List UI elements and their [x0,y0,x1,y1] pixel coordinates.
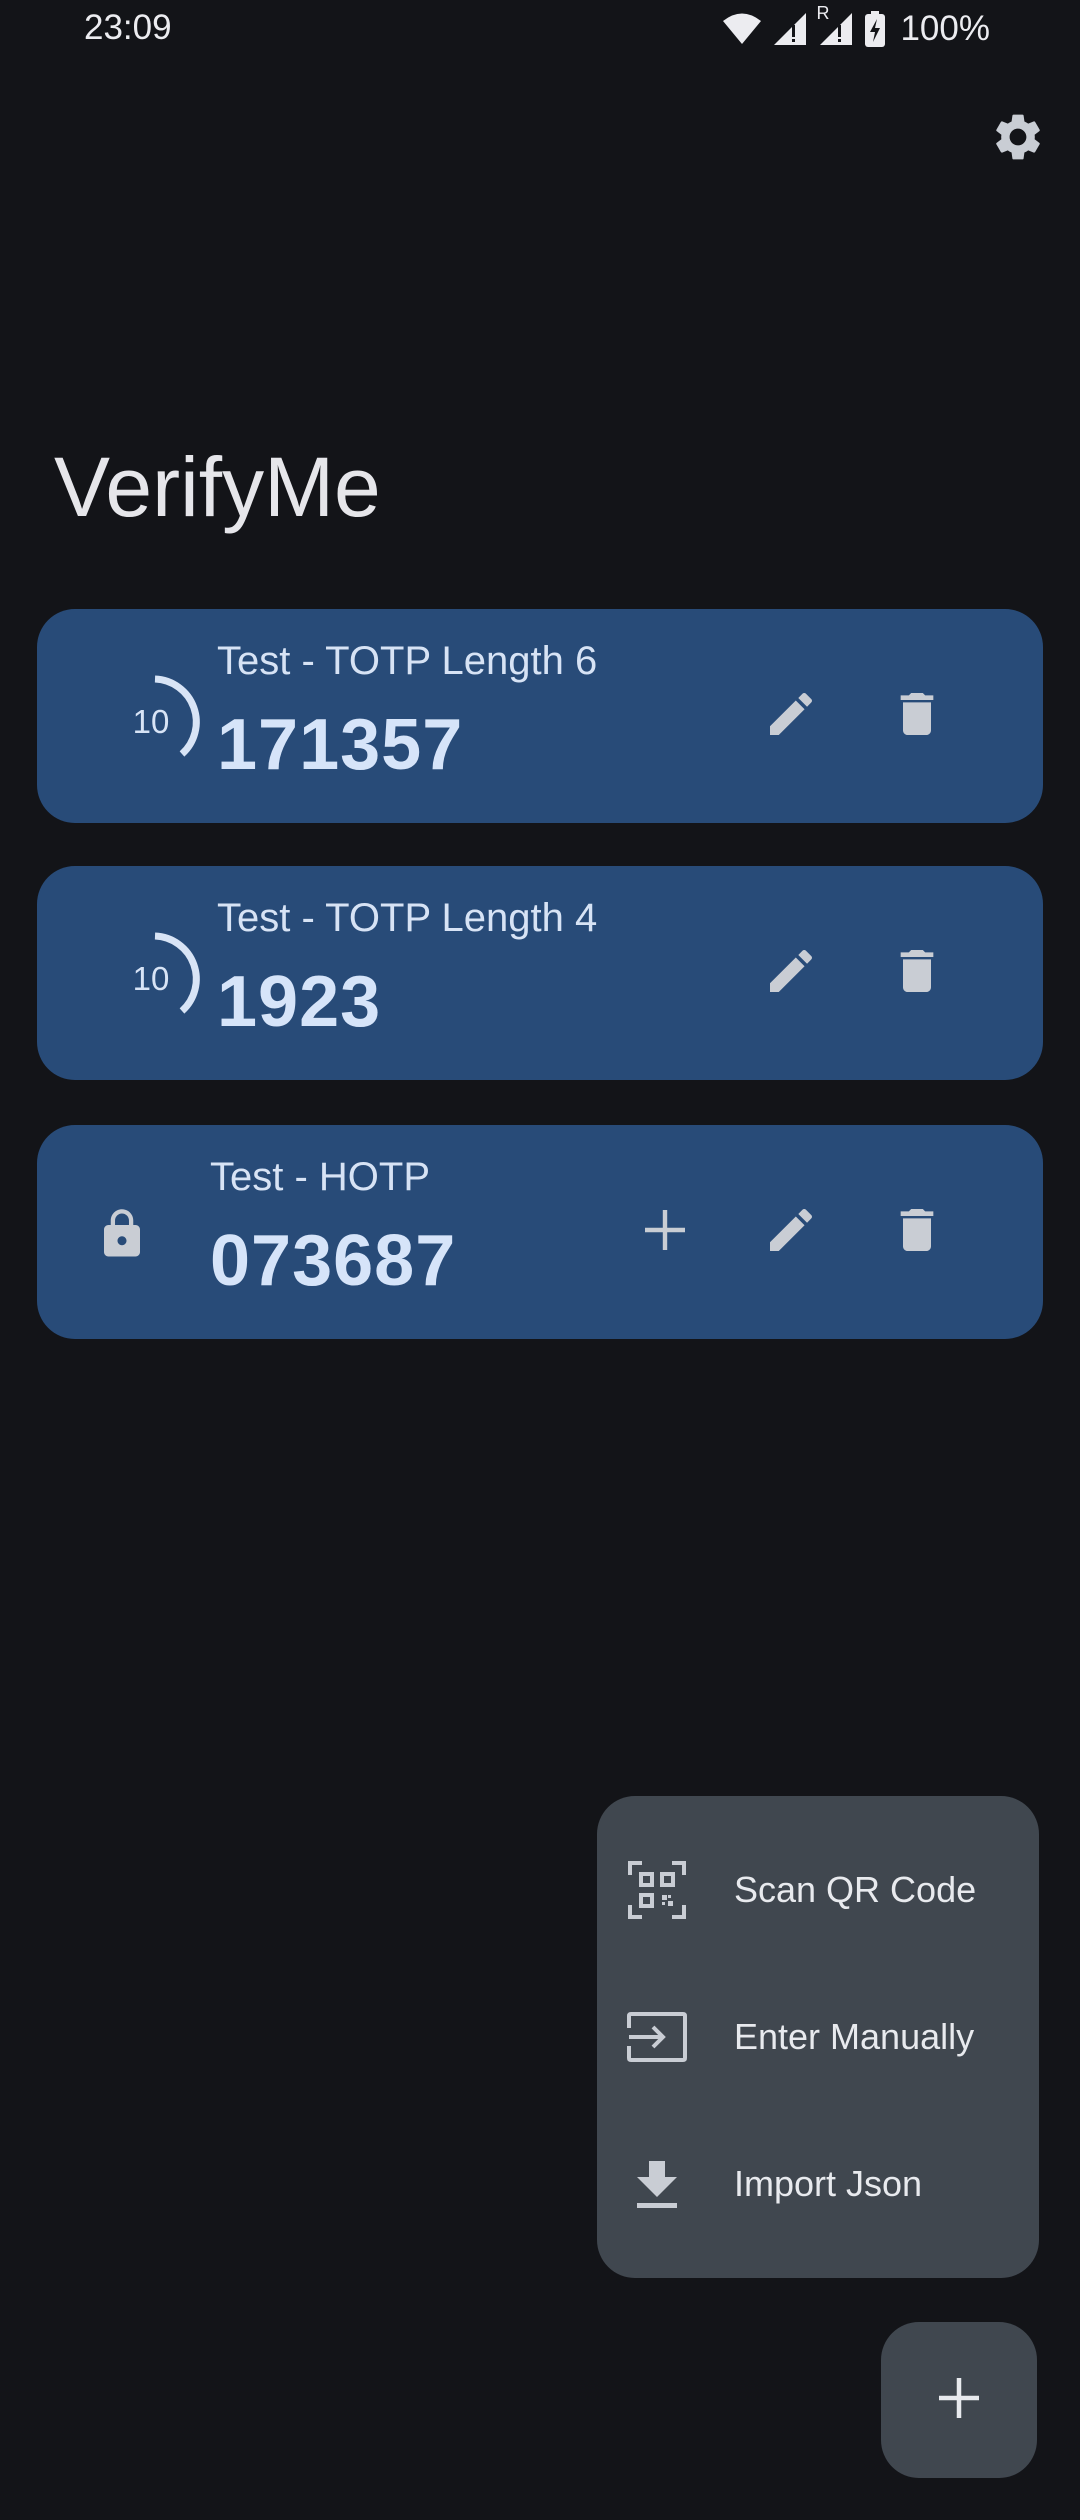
plus-icon [641,1206,689,1259]
roaming-label: R [816,3,830,23]
countdown-seconds: 10 [132,960,170,997]
countdown-timer: 10 [92,916,218,1042]
trash-icon [889,1202,945,1263]
otp-code[interactable]: 1923 [217,966,381,1038]
edit-button[interactable] [751,933,831,1013]
add-account-menu: Scan QR Code Enter Manually Import Json [597,1796,1039,2278]
pencil-icon [763,686,819,747]
status-icons: R 100% [722,3,990,50]
status-time: 23:09 [84,8,172,47]
account-card[interactable]: Test - HOTP 073687 [37,1125,1043,1339]
signal-roaming-icon: R [816,3,854,47]
battery-percent: 100% [900,9,990,48]
otp-code[interactable]: 073687 [210,1225,456,1297]
edit-button[interactable] [751,676,831,756]
add-account-fab[interactable] [881,2322,1037,2478]
signal-icon [772,11,808,47]
trash-icon [889,943,945,1004]
countdown-timer: 10 [92,659,218,785]
increment-counter-button[interactable] [625,1192,705,1272]
account-name: Test - TOTP Length 4 [217,896,598,940]
countdown-seconds: 10 [132,703,170,740]
download-icon [625,2152,689,2216]
otp-code[interactable]: 171357 [217,709,463,781]
menu-item-label: Scan QR Code [734,1869,977,1910]
pencil-icon [763,1202,819,1263]
menu-item-label: Import Json [734,2163,923,2204]
trash-icon [889,686,945,747]
account-name: Test - TOTP Length 6 [217,639,598,683]
delete-button[interactable] [877,676,957,756]
pencil-icon [763,943,819,1004]
edit-button[interactable] [751,1192,831,1272]
account-card[interactable]: 10 Test - TOTP Length 4 1923 [37,866,1043,1080]
gear-icon [990,109,1046,170]
menu-item-scan-qr[interactable]: Scan QR Code [597,1830,1039,1950]
app-title: VerifyMe [54,440,381,534]
account-card[interactable]: 10 Test - TOTP Length 6 171357 [37,609,1043,823]
battery-icon [864,11,886,47]
login-arrow-icon [625,2005,689,2069]
menu-item-import-json[interactable]: Import Json [597,2124,1039,2244]
settings-button[interactable] [985,106,1051,172]
delete-button[interactable] [877,1192,957,1272]
lock-icon [95,1207,149,1261]
wifi-icon [722,12,762,46]
menu-item-enter-manually[interactable]: Enter Manually [597,1977,1039,2097]
status-bar: 23:09 R 100% [0,0,1080,58]
delete-button[interactable] [877,933,957,1013]
qr-scan-icon [625,1858,689,1922]
plus-icon [937,2376,981,2425]
account-name: Test - HOTP [210,1155,431,1199]
menu-item-label: Enter Manually [734,2016,975,2057]
